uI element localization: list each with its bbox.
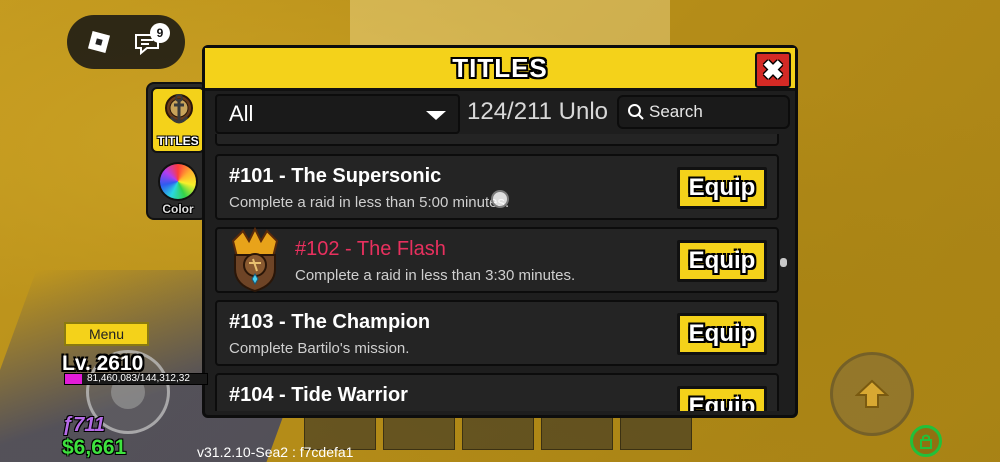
title-description: Complete a raid in less than 3:30 minute… bbox=[295, 267, 576, 284]
equip-button[interactable]: Equip bbox=[677, 240, 767, 282]
xp-bar: 81,460,083/144,312,32 bbox=[64, 373, 208, 385]
title-row-103: #103 - The Champion Complete Bartilo's m… bbox=[215, 300, 779, 366]
arrow-up-icon bbox=[855, 379, 889, 408]
title-name: #102 - The Flash bbox=[295, 238, 446, 260]
money-counter: $6,661 bbox=[62, 436, 127, 459]
shift-lock-button[interactable] bbox=[910, 425, 942, 457]
xp-text: 81,460,083/144,312,32 bbox=[87, 373, 190, 384]
title-row-104: #104 - Tide Warrior Equip bbox=[215, 373, 779, 411]
panel-title: TITLES bbox=[452, 52, 548, 83]
tab-titles-label: TITLES bbox=[157, 134, 199, 148]
title-name: #101 - The Supersonic bbox=[229, 165, 442, 187]
color-wheel-icon bbox=[158, 162, 198, 201]
scrollbar[interactable] bbox=[780, 258, 787, 267]
title-row-102: #102 - The Flash Complete a raid in less… bbox=[215, 227, 779, 293]
list-item bbox=[215, 134, 779, 146]
top-menu-pill: 9 bbox=[67, 15, 185, 69]
chevron-down-icon bbox=[426, 111, 446, 120]
tab-color[interactable]: Color bbox=[151, 158, 205, 216]
filter-dropdown[interactable]: All bbox=[215, 94, 460, 134]
chat-badge: 9 bbox=[150, 23, 170, 43]
search-input[interactable] bbox=[649, 102, 779, 122]
panel-header: TITLES ✖ bbox=[205, 48, 795, 91]
title-name: #103 - The Champion bbox=[229, 311, 431, 333]
menu-button[interactable]: Menu bbox=[64, 322, 149, 346]
filter-selected: All bbox=[229, 101, 254, 126]
title-description: Complete Bartilo's mission. bbox=[229, 340, 410, 357]
xp-bar-fill bbox=[65, 374, 83, 384]
titles-panel: TITLES ✖ All 124/211 Unlo #101 - The Sup… bbox=[202, 45, 798, 418]
tab-titles[interactable]: TITLES bbox=[151, 87, 205, 153]
equip-button[interactable]: Equip bbox=[677, 313, 767, 355]
titles-list[interactable]: #101 - The Supersonic Complete a raid in… bbox=[215, 134, 781, 411]
flash-badge-icon bbox=[231, 227, 279, 293]
search-box[interactable] bbox=[617, 95, 790, 129]
lock-icon bbox=[920, 434, 932, 449]
side-tabs: TITLES Color bbox=[146, 82, 208, 220]
tab-color-label: Color bbox=[162, 202, 194, 216]
version-text: v31.2.10-Sea2 : f7cdefa1 bbox=[197, 444, 354, 460]
touch-cursor bbox=[491, 190, 509, 208]
jump-button[interactable] bbox=[830, 352, 914, 436]
roblox-menu-icon[interactable] bbox=[87, 30, 111, 54]
title-description: Complete a raid in less than 5:00 minute… bbox=[229, 194, 510, 211]
close-button[interactable]: ✖ bbox=[755, 52, 791, 88]
fragments-counter: ƒ711 bbox=[62, 414, 106, 436]
search-icon bbox=[628, 104, 644, 120]
anchor-emblem-icon bbox=[165, 94, 193, 124]
title-row-101: #101 - The Supersonic Complete a raid in… bbox=[215, 154, 779, 220]
chat-icon[interactable]: 9 bbox=[134, 23, 170, 55]
equip-button[interactable]: Equip bbox=[677, 167, 767, 209]
unlock-count: 124/211 Unlo bbox=[467, 98, 608, 125]
equip-button[interactable]: Equip bbox=[677, 386, 767, 411]
title-name: #104 - Tide Warrior bbox=[229, 384, 408, 406]
close-icon: ✖ bbox=[762, 54, 784, 85]
